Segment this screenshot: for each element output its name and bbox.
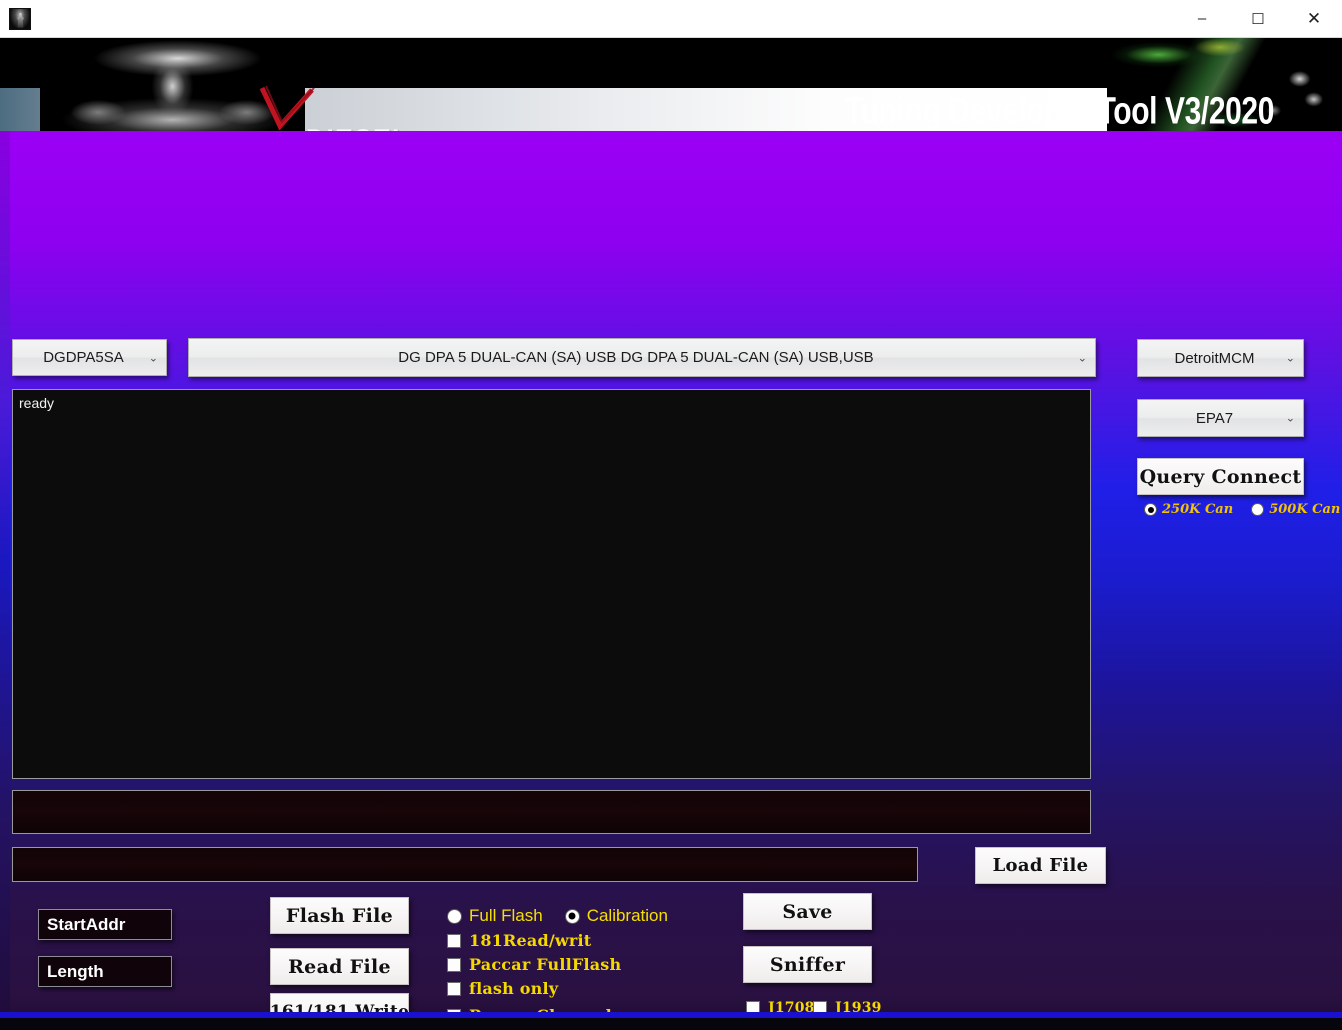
length-input[interactable]: Length	[38, 956, 172, 987]
epa-version-select[interactable]: EPA7 ⌄	[1137, 399, 1304, 437]
device-select-value: DG DPA 5 DUAL-CAN (SA) USB DG DPA 5 DUAL…	[398, 349, 873, 366]
window-controls: – ☐ ✕	[1174, 0, 1342, 38]
checkbox-label: 181Read/writ	[469, 931, 591, 950]
load-file-button[interactable]: Load File	[975, 847, 1106, 884]
radio-full-flash[interactable]	[447, 909, 462, 924]
ecu-type-select[interactable]: DetroitMCM ⌄	[1137, 339, 1304, 377]
checkbox-box[interactable]	[447, 934, 461, 948]
checkbox-label: Paccar FullFlash	[469, 955, 621, 974]
radio-500k-can[interactable]	[1251, 503, 1264, 516]
progress-bar-primary	[12, 790, 1091, 834]
app-icon	[9, 8, 31, 30]
log-console[interactable]: ready	[12, 389, 1091, 779]
close-button[interactable]: ✕	[1286, 0, 1342, 38]
minimize-button[interactable]: –	[1174, 0, 1230, 38]
radio-250k-can[interactable]	[1144, 503, 1157, 516]
chevron-down-icon: ⌄	[1286, 352, 1295, 365]
checkbox-box[interactable]	[447, 982, 461, 996]
bottom-edge	[0, 1018, 1342, 1030]
flash-mode-radio-group: Full Flash Calibration	[447, 906, 668, 926]
checkbox-paccar-fullflash[interactable]: Paccar FullFlash	[447, 955, 621, 974]
chevron-down-icon: ⌄	[1286, 412, 1295, 425]
radio-250k-can-label: 250K Can	[1162, 502, 1233, 517]
left-edge-strip	[0, 131, 10, 1030]
maximize-button[interactable]: ☐	[1230, 0, 1286, 38]
title-bar: – ☐ ✕	[0, 0, 1342, 38]
epa-version-value: EPA7	[1196, 410, 1233, 427]
chevron-down-icon: ⌄	[149, 351, 158, 364]
radio-500k-can-label: 500K Can	[1269, 502, 1340, 517]
banner-title: Tuning Developer Tool V3/2020	[845, 90, 1274, 131]
diesel-logo-text: DIESEL	[306, 124, 410, 131]
checkbox-flash-only[interactable]: flash only	[447, 979, 558, 998]
checkbox-box[interactable]	[447, 958, 461, 972]
save-button[interactable]: Save	[743, 893, 872, 930]
chevron-down-icon: ⌄	[1078, 351, 1087, 364]
checkbox-label: flash only	[469, 979, 558, 998]
application-window: – ☐ ✕ DIESEL Tuning Developer Tool V3/20…	[0, 0, 1342, 1030]
flash-file-button[interactable]: Flash File	[270, 897, 409, 934]
adapter-select-value: DGDPA5SA	[43, 349, 124, 366]
main-content: DGDPA5SA ⌄ DG DPA 5 DUAL-CAN (SA) USB DG…	[0, 131, 1342, 1030]
device-select[interactable]: DG DPA 5 DUAL-CAN (SA) USB DG DPA 5 DUAL…	[188, 338, 1096, 377]
radio-calibration-label: Calibration	[587, 906, 668, 926]
checkbox-181-read-write[interactable]: 181Read/writ	[447, 931, 591, 950]
can-speed-radio-group: 250K Can 500K Can	[1144, 502, 1340, 517]
adapter-select[interactable]: DGDPA5SA ⌄	[12, 339, 167, 376]
start-address-input[interactable]: StartAddr	[38, 909, 172, 940]
query-connect-button[interactable]: Query Connect	[1137, 458, 1304, 495]
radio-calibration[interactable]	[565, 909, 580, 924]
ecu-type-value: DetroitMCM	[1174, 350, 1254, 367]
sniffer-button[interactable]: Sniffer	[743, 946, 872, 983]
radio-full-flash-label: Full Flash	[469, 906, 543, 926]
app-banner: DIESEL Tuning Developer Tool V3/2020 For…	[0, 38, 1342, 131]
read-file-button[interactable]: Read File	[270, 948, 409, 985]
file-path-field[interactable]	[12, 847, 918, 882]
